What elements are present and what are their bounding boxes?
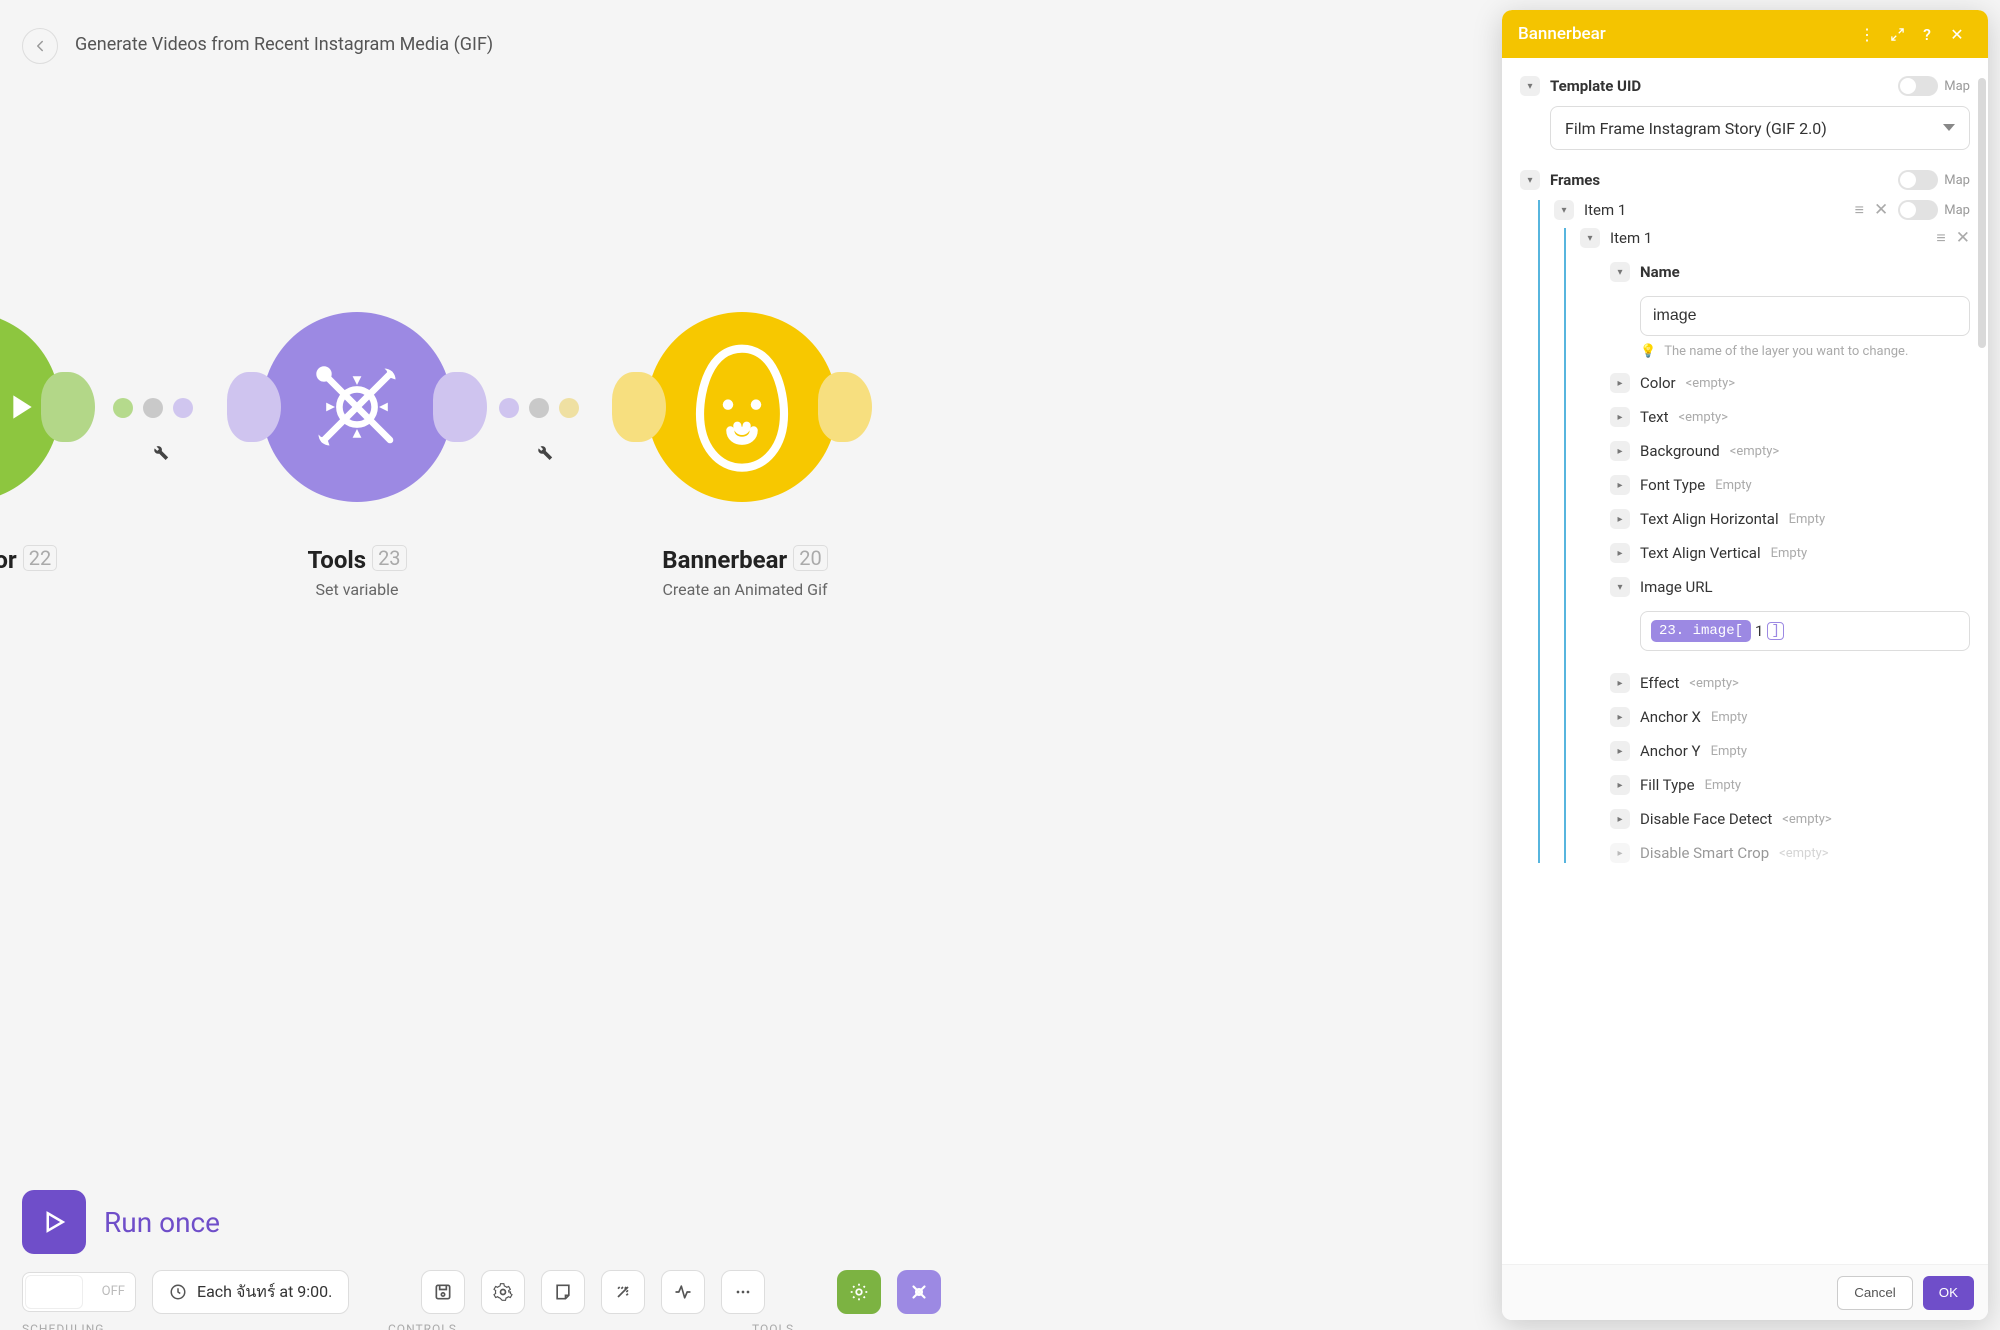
chevron-right-icon[interactable] <box>1610 741 1630 761</box>
chevron-down-icon[interactable] <box>1554 200 1574 220</box>
ok-button[interactable]: OK <box>1923 1276 1974 1310</box>
field-color-label: Color <box>1640 374 1676 392</box>
panel-title: Bannerbear <box>1518 24 1606 44</box>
map-toggle-frames[interactable] <box>1898 170 1938 190</box>
tools-section-label: TOOLS <box>752 1322 794 1330</box>
connector-wrench-icon[interactable] <box>532 440 554 462</box>
frames-item1b-label: Item 1 <box>1610 229 1926 247</box>
chevron-right-icon[interactable] <box>1610 475 1630 495</box>
module-tools-label: Tools23 Set variable <box>262 545 452 599</box>
panel-menu-icon[interactable]: ⋮ <box>1852 25 1882 44</box>
field-template-uid-label: Template UID <box>1550 77 1888 95</box>
panel-help-icon[interactable]: ? <box>1912 25 1942 44</box>
controls-section-label: CONTROLS <box>388 1322 457 1330</box>
chevron-right-icon[interactable] <box>1610 373 1630 393</box>
save-button[interactable] <box>421 1270 465 1314</box>
panel-expand-icon[interactable] <box>1882 27 1912 42</box>
chevron-right-icon[interactable] <box>1610 809 1630 829</box>
connector-wrench-icon[interactable] <box>148 440 170 462</box>
reorder-icon[interactable]: ≡ <box>1936 228 1945 248</box>
name-input[interactable] <box>1640 296 1970 336</box>
cancel-button[interactable]: Cancel <box>1837 1276 1913 1310</box>
chevron-right-icon[interactable] <box>1610 509 1630 529</box>
chevron-right-icon[interactable] <box>1610 407 1630 427</box>
chevron-right-icon[interactable] <box>1610 673 1630 693</box>
remove-icon[interactable]: ✕ <box>1956 228 1970 248</box>
auto-align-button[interactable] <box>601 1270 645 1314</box>
panel-footer: Cancel OK <box>1502 1264 1988 1320</box>
field-filltype-label: Fill Type <box>1640 776 1695 794</box>
chevron-down-icon[interactable] <box>1610 577 1630 597</box>
chevron-down-icon[interactable] <box>1580 228 1600 248</box>
chevron-right-icon[interactable] <box>1610 707 1630 727</box>
field-fonttype-label: Font Type <box>1640 476 1705 494</box>
name-hint: 💡 The name of the layer you want to chan… <box>1640 344 1970 359</box>
back-button[interactable] <box>22 28 58 64</box>
field-imageurl-label: Image URL <box>1640 578 1713 596</box>
config-panel: Bannerbear ⋮ ? ✕ Template UID Map Film F… <box>1502 10 1988 1320</box>
field-effect-label: Effect <box>1640 674 1679 692</box>
module-bannerbear-label: Bannerbear20 Create an Animated Gif <box>610 545 880 599</box>
module-tools[interactable] <box>262 312 452 502</box>
more-button[interactable] <box>721 1270 765 1314</box>
field-anchorx-label: Anchor X <box>1640 708 1701 726</box>
chevron-down-icon[interactable] <box>1520 170 1540 190</box>
scenario-title: Generate Videos from Recent Instagram Me… <box>75 34 493 55</box>
schedule-info[interactable]: Each จันทร์ at 9:00. <box>152 1270 349 1314</box>
lightbulb-icon: 💡 <box>1640 344 1656 359</box>
run-once-label: Run once <box>104 1206 220 1239</box>
notes-button[interactable] <box>541 1270 585 1314</box>
panel-body[interactable]: Template UID Map Film Frame Instagram St… <box>1502 58 1988 1264</box>
image-url-input[interactable]: 23. image[ 1 ] <box>1640 611 1970 651</box>
frames-item1-label: Item 1 <box>1584 201 1845 219</box>
tools-devtools-button[interactable] <box>897 1270 941 1314</box>
field-anchory-label: Anchor Y <box>1640 742 1701 760</box>
panel-close-icon[interactable]: ✕ <box>1942 25 1972 44</box>
template-uid-select[interactable]: Film Frame Instagram Story (GIF 2.0) <box>1550 106 1970 150</box>
remove-icon[interactable]: ✕ <box>1874 200 1888 220</box>
chevron-right-icon[interactable] <box>1610 543 1630 563</box>
bannerbear-icon <box>682 337 802 477</box>
chevron-right-icon[interactable] <box>1610 843 1630 863</box>
tools-icon <box>302 352 412 462</box>
module-aggregator[interactable] <box>0 312 60 502</box>
clock-icon <box>169 1283 187 1301</box>
module-bannerbear[interactable] <box>647 312 837 502</box>
map-toggle-template[interactable] <box>1898 76 1938 96</box>
mapping-pill[interactable]: 23. image[ <box>1651 620 1751 642</box>
field-text-label: Text <box>1640 408 1669 426</box>
explain-flow-button[interactable] <box>661 1270 705 1314</box>
panel-header: Bannerbear ⋮ ? ✕ <box>1502 10 1988 58</box>
settings-button[interactable] <box>481 1270 525 1314</box>
chevron-right-icon[interactable] <box>1610 441 1630 461</box>
field-dsc-label: Disable Smart Crop <box>1640 844 1769 862</box>
module-aggregator-label: gator22 <box>0 545 100 574</box>
reorder-icon[interactable]: ≡ <box>1855 200 1864 220</box>
scheduling-section-label: SCHEDULING <box>22 1322 104 1330</box>
panel-scrollbar[interactable] <box>1978 78 1986 348</box>
field-tah-label: Text Align Horizontal <box>1640 510 1779 528</box>
field-frames-label: Frames <box>1550 171 1888 189</box>
chevron-down-icon[interactable] <box>1610 262 1630 282</box>
field-tav-label: Text Align Vertical <box>1640 544 1761 562</box>
run-once-button[interactable] <box>22 1190 86 1254</box>
chevron-down-icon[interactable] <box>1520 76 1540 96</box>
scheduling-toggle[interactable]: OFF <box>22 1272 136 1312</box>
tools-gear-button[interactable] <box>837 1270 881 1314</box>
map-toggle-item1[interactable] <box>1898 200 1938 220</box>
field-background-label: Background <box>1640 442 1720 460</box>
chevron-right-icon[interactable] <box>1610 775 1630 795</box>
field-dfd-label: Disable Face Detect <box>1640 810 1772 828</box>
field-name-label: Name <box>1640 263 1680 281</box>
